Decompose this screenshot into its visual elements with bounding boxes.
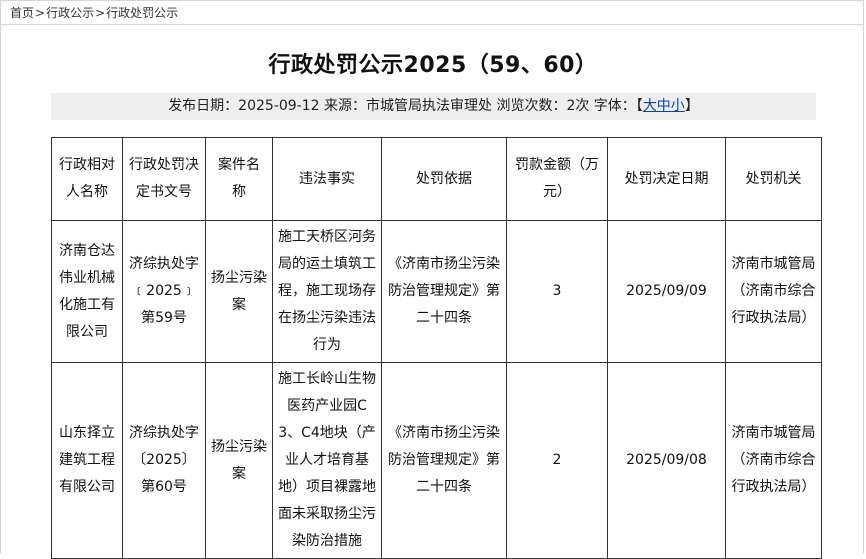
authority-cell: 济南市城管局（济南市综合行政执法局） — [725, 220, 822, 363]
breadcrumb-announcements-link[interactable]: 行政公示 — [46, 6, 94, 20]
legal-basis-cell: 《济南市扬尘污染防治管理规定》第二十四条 — [381, 362, 507, 559]
column-header: 罚款金额（万元） — [506, 137, 608, 221]
violation-facts-cell: 施工长岭山生物医药产业园C3、C4地块（产业人才培育基地）项目裸露地面未采取扬尘… — [272, 362, 382, 559]
decision-number-cell: 济综执处字﹝2025﹞第59号 — [122, 220, 206, 363]
legal-basis-cell: 《济南市扬尘污染防治管理规定》第二十四条 — [381, 220, 507, 363]
column-header: 行政处罚决定书文号 — [122, 137, 206, 221]
column-header: 违法事实 — [272, 137, 382, 221]
penalty-table: 行政相对人名称 行政处罚决定书文号 案件名称 违法事实 处罚依据 罚款金额（万元… — [51, 137, 822, 559]
party-name-cell: 山东择立建筑工程有限公司 — [51, 362, 123, 559]
publish-info: 发布日期：2025-09-12 来源：市城管局执法审理处 浏览次数：2次 字体： — [168, 98, 636, 114]
table-header-row: 行政相对人名称 行政处罚决定书文号 案件名称 违法事实 处罚依据 罚款金额（万元… — [51, 137, 822, 221]
column-header: 案件名称 — [205, 137, 273, 221]
column-header: 处罚依据 — [381, 137, 507, 221]
authority-cell: 济南市城管局（济南市综合行政执法局） — [725, 362, 822, 559]
font-bracket-open: 【 — [635, 98, 643, 114]
breadcrumb-penalty-link[interactable]: 行政处罚公示 — [106, 6, 178, 20]
fine-amount-cell: 3 — [506, 220, 608, 363]
decision-number-cell: 济综执处字〔2025〕第60号 — [122, 362, 206, 559]
column-header: 处罚机关 — [725, 137, 822, 221]
breadcrumb-separator: > — [95, 6, 106, 20]
case-name-cell: 扬尘污染案 — [205, 362, 273, 559]
decision-date-cell: 2025/09/09 — [607, 220, 726, 363]
page-title: 行政处罚公示2025（59、60） — [268, 53, 598, 78]
fine-amount-cell: 2 — [506, 362, 608, 559]
column-header: 行政相对人名称 — [51, 137, 123, 221]
table-row: 济南仓达伟业机械化施工有限公司 济综执处字﹝2025﹞第59号 扬尘污染案 施工… — [51, 220, 822, 363]
article-meta-bar: 发布日期：2025-09-12 来源：市城管局执法审理处 浏览次数：2次 字体：… — [51, 93, 816, 120]
breadcrumb: 首页>行政公示>行政处罚公示 — [0, 0, 864, 25]
breadcrumb-separator: > — [35, 6, 46, 20]
decision-date-cell: 2025/09/08 — [607, 362, 726, 559]
font-bracket-close: 】 — [684, 98, 699, 114]
party-name-cell: 济南仓达伟业机械化施工有限公司 — [51, 220, 123, 363]
column-header: 处罚决定日期 — [607, 137, 726, 221]
violation-facts-cell: 施工天桥区河务局的运土填筑工程，施工现场存在扬尘污染违法行为 — [272, 220, 382, 363]
table-row: 山东择立建筑工程有限公司 济综执处字〔2025〕第60号 扬尘污染案 施工长岭山… — [51, 362, 822, 559]
case-name-cell: 扬尘污染案 — [205, 220, 273, 363]
breadcrumb-home-link[interactable]: 首页 — [10, 6, 34, 20]
font-size-link[interactable]: 大中小 — [643, 98, 685, 114]
